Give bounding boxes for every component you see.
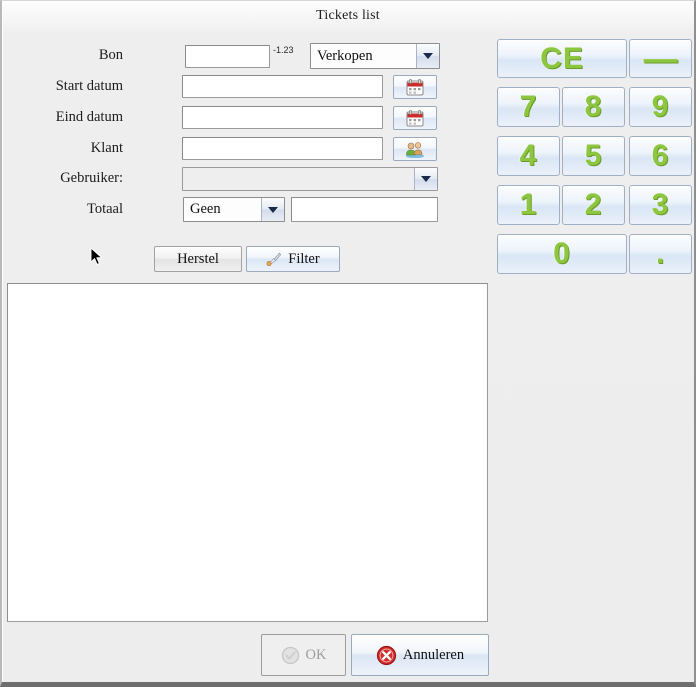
eind-datum-calendar-button[interactable]	[393, 106, 437, 130]
keypad-key-7-label: 7	[519, 90, 538, 123]
calendar-icon	[406, 109, 424, 126]
keypad-key-0-label: 0	[553, 237, 571, 270]
keypad-decimal-button[interactable]: .	[629, 234, 692, 274]
klant-select-button[interactable]	[393, 137, 437, 161]
start-datum-input[interactable]	[182, 75, 383, 98]
keypad-key-4[interactable]: 4	[497, 136, 560, 176]
title-bar: Tickets list	[2, 1, 694, 31]
label-eind-datum: Eind datum	[55, 109, 123, 125]
totaal-value-input[interactable]	[291, 197, 438, 222]
label-gebruiker: Gebruiker:	[60, 170, 123, 186]
keypad-clear-button[interactable]: CE	[497, 39, 627, 78]
label-start-datum: Start datum	[55, 78, 123, 94]
keypad-key-5[interactable]: 5	[562, 136, 625, 176]
annuleren-button[interactable]: Annuleren	[351, 634, 489, 676]
keypad-key-3-label: 3	[651, 188, 670, 221]
keypad-key-6-label: 6	[651, 139, 670, 172]
keypad-key-2-label: 2	[584, 188, 603, 221]
bon-input[interactable]	[185, 45, 270, 68]
keypad-key-3[interactable]: 3	[629, 185, 692, 225]
ok-button: OK	[261, 634, 346, 676]
error-circle-icon	[376, 645, 396, 665]
ok-button-label: OK	[305, 646, 327, 663]
tickets-list-box[interactable]	[7, 283, 488, 622]
filter-button-label: Filter	[288, 250, 320, 267]
eind-datum-input[interactable]	[182, 106, 383, 129]
keypad-decimal-label: .	[655, 237, 666, 270]
chevron-down-icon[interactable]	[414, 168, 437, 190]
keypad-key-2[interactable]: 2	[562, 185, 625, 225]
bon-format-hint: -1.23	[273, 45, 294, 55]
klant-input[interactable]	[182, 137, 383, 160]
keypad-key-8-label: 8	[584, 90, 603, 123]
keypad-minus-button[interactable]: —	[629, 39, 692, 78]
keypad-key-1-label: 1	[519, 188, 538, 221]
totaal-operator-combo[interactable]: Geen	[183, 197, 285, 222]
totaal-operator-value: Geen	[190, 201, 221, 217]
people-icon	[406, 141, 424, 158]
filter-button[interactable]: Filter	[246, 246, 340, 272]
keypad-key-6[interactable]: 6	[629, 136, 692, 176]
keypad-minus-label: —	[643, 39, 678, 78]
check-circle-icon	[281, 646, 299, 664]
ticket-type-combo[interactable]: Verkopen	[310, 43, 440, 69]
keypad-key-7[interactable]: 7	[497, 87, 560, 127]
keypad-key-9-label: 9	[651, 90, 670, 123]
gebruiker-combo[interactable]	[182, 167, 438, 191]
calendar-icon	[406, 78, 424, 95]
annuleren-button-label: Annuleren	[402, 646, 465, 663]
start-datum-calendar-button[interactable]	[393, 75, 437, 99]
chevron-down-icon[interactable]	[261, 198, 284, 221]
keypad-key-0[interactable]: 0	[497, 234, 627, 274]
keypad-key-4-label: 4	[519, 139, 538, 172]
herstel-button-label: Herstel	[177, 250, 219, 267]
label-bon: Bon	[98, 47, 123, 63]
tickets-list-window: Tickets list Bon Start datum Eind datum …	[0, 0, 696, 687]
keypad-key-9[interactable]: 9	[629, 87, 692, 127]
label-totaal: Totaal	[86, 201, 123, 217]
broom-icon	[266, 252, 282, 266]
ticket-type-value: Verkopen	[317, 47, 373, 64]
keypad-key-5-label: 5	[584, 139, 603, 172]
keypad-key-8[interactable]: 8	[562, 87, 625, 127]
keypad-clear-label: CE	[540, 41, 584, 75]
chevron-down-icon[interactable]	[416, 44, 439, 68]
keypad-key-1[interactable]: 1	[497, 185, 560, 225]
label-klant: Klant	[90, 140, 123, 156]
herstel-button[interactable]: Herstel	[154, 246, 242, 272]
window-title: Tickets list	[316, 8, 380, 23]
